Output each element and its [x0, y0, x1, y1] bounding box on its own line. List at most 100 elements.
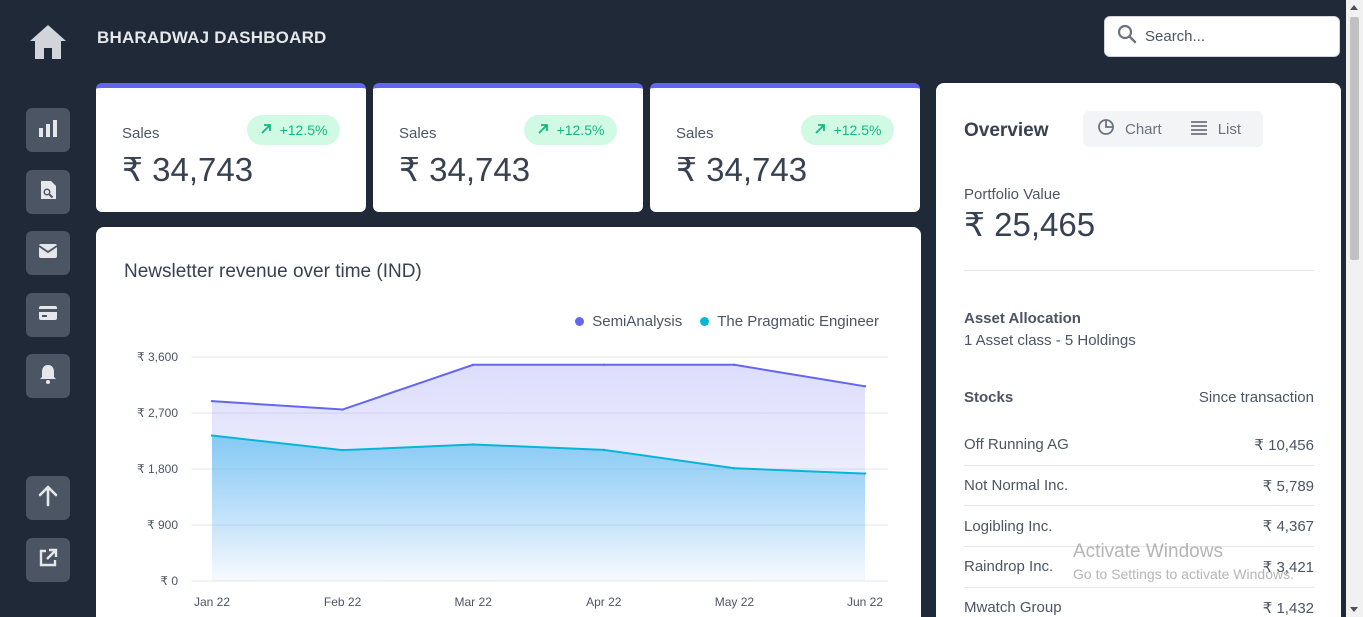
x-tick-label: Feb 22 — [324, 595, 362, 609]
stock-row[interactable]: Logibling Inc. ₹ 4,367 — [964, 506, 1314, 548]
scroll-up-arrow[interactable] — [1350, 5, 1358, 10]
stock-value: ₹ 10,456 — [1254, 436, 1314, 454]
asset-allocation-title: Asset Allocation — [964, 310, 1081, 327]
stocks-header: Stocks Since transaction — [964, 389, 1314, 406]
list-icon — [1190, 118, 1208, 140]
toggle-chart-label: Chart — [1125, 120, 1162, 138]
data-point — [472, 443, 475, 446]
sidebar-item-documents[interactable] — [26, 170, 70, 214]
y-tick-label: ₹ 0 — [160, 574, 178, 588]
data-point — [863, 472, 867, 475]
data-point — [863, 385, 867, 388]
stock-row[interactable]: Raindrop Inc. ₹ 3,421 — [964, 547, 1314, 588]
search-box[interactable] — [1104, 16, 1340, 57]
trend-up-icon — [260, 122, 272, 138]
stock-value: ₹ 1,432 — [1262, 599, 1314, 617]
stat-label: Sales — [122, 125, 160, 142]
change-badge: +12.5% — [247, 115, 340, 145]
since-column-header: Since transaction — [1198, 389, 1314, 406]
y-tick-label: ₹ 2,700 — [137, 406, 178, 420]
x-tick-label: May 22 — [715, 595, 755, 609]
bar-chart-icon — [37, 117, 59, 144]
view-toggle: Chart List — [1083, 111, 1263, 147]
mail-icon — [37, 240, 59, 267]
x-tick-label: Jan 22 — [194, 595, 230, 609]
scroll-thumb[interactable] — [1350, 17, 1359, 260]
change-badge: +12.5% — [801, 115, 894, 145]
stock-row[interactable]: Mwatch Group ₹ 1,432 — [964, 588, 1314, 617]
data-point — [733, 467, 736, 470]
legend-item[interactable]: SemiAnalysis — [575, 313, 682, 330]
scroll-top-button[interactable] — [26, 476, 70, 520]
toggle-list-label: List — [1217, 120, 1242, 138]
stock-row[interactable]: Not Normal Inc. ₹ 5,789 — [964, 466, 1314, 507]
search-input[interactable] — [1145, 28, 1315, 45]
x-tick-label: Apr 22 — [586, 595, 622, 609]
stock-value: ₹ 3,421 — [1262, 558, 1314, 576]
stock-name: Logibling Inc. — [964, 517, 1053, 535]
scroll-down-arrow[interactable] — [1350, 607, 1358, 612]
pie-chart-icon — [1097, 118, 1115, 140]
change-value: +12.5% — [556, 122, 605, 138]
stock-value: ₹ 4,367 — [1262, 518, 1314, 536]
stock-row[interactable]: Off Running AG ₹ 10,456 — [964, 425, 1314, 466]
sidebar-item-billing[interactable] — [26, 293, 70, 337]
stock-name: Mwatch Group — [964, 599, 1062, 617]
change-badge: +12.5% — [524, 115, 617, 145]
change-value: +12.5% — [279, 122, 328, 138]
stock-value: ₹ 5,789 — [1262, 477, 1314, 495]
sidebar-item-notifications[interactable] — [26, 354, 70, 398]
stock-name: Not Normal Inc. — [964, 477, 1069, 495]
toggle-list-button[interactable]: List — [1176, 111, 1255, 147]
stat-card: Sales ₹ 34,743 +12.5% — [96, 83, 366, 212]
stat-card: Sales ₹ 34,743 +12.5% — [373, 83, 643, 212]
page-scrollbar[interactable] — [1346, 0, 1363, 617]
stock-name: Off Running AG — [964, 436, 1069, 454]
x-tick-label: Jun 22 — [847, 595, 883, 609]
revenue-chart: ₹ 0 ₹ 900 ₹ 1,800 ₹ 2,700 ₹ 3,600 Jan 22 Feb 2… — [137, 350, 888, 609]
stock-name: Raindrop Inc. — [964, 558, 1054, 576]
data-point — [733, 363, 736, 366]
data-point — [341, 408, 344, 411]
stat-value: ₹ 34,743 — [676, 151, 808, 188]
toggle-chart-button[interactable]: Chart — [1083, 111, 1176, 147]
chart-legend: SemiAnalysis The Pragmatic Engineer — [575, 313, 879, 330]
stock-list: Off Running AG ₹ 10,456 Not Normal Inc. … — [964, 425, 1314, 617]
x-tick-label: Mar 22 — [455, 595, 493, 609]
y-tick-label: ₹ 1,800 — [137, 462, 178, 476]
revenue-chart-card: ₹ 0 ₹ 900 ₹ 1,800 ₹ 2,700 ₹ 3,600 Jan 22 Feb 2… — [96, 227, 921, 617]
arrow-up-icon — [36, 484, 60, 513]
legend-dot — [700, 317, 710, 326]
sidebar-item-mail[interactable] — [26, 231, 70, 275]
data-point — [602, 448, 605, 452]
trend-up-icon — [814, 122, 826, 138]
legend-dot — [575, 317, 585, 326]
sidebar-item-analytics[interactable] — [26, 108, 70, 152]
legend-label: SemiAnalysis — [592, 313, 683, 330]
stat-value: ₹ 34,743 — [399, 151, 531, 188]
document-search-icon — [37, 179, 59, 206]
stat-value: ₹ 34,743 — [122, 151, 254, 188]
bell-icon — [37, 363, 59, 390]
data-point — [210, 434, 214, 437]
data-point — [602, 363, 605, 366]
data-point — [341, 448, 344, 452]
stat-label: Sales — [399, 125, 437, 142]
asset-allocation-subtitle: 1 Asset class - 5 Holdings — [964, 332, 1136, 349]
search-icon — [1117, 24, 1137, 49]
overview-card: Overview Chart List Portfolio Value ₹ 25… — [936, 83, 1341, 617]
legend-item[interactable]: The Pragmatic Engineer — [700, 313, 879, 330]
stat-card: Sales ₹ 34,743 +12.5% — [650, 83, 920, 212]
portfolio-label: Portfolio Value — [964, 186, 1061, 203]
external-link-button[interactable] — [26, 538, 70, 582]
y-tick-label: ₹ 3,600 — [137, 350, 178, 364]
trend-up-icon — [537, 122, 549, 138]
divider — [964, 270, 1314, 271]
stocks-column-header: Stocks — [964, 389, 1014, 406]
credit-card-icon — [37, 302, 59, 329]
data-point — [210, 399, 214, 403]
home-icon[interactable] — [28, 22, 68, 62]
chart-title: Newsletter revenue over time (IND) — [124, 261, 422, 282]
external-link-icon — [37, 547, 59, 574]
y-tick-label: ₹ 900 — [147, 518, 178, 532]
